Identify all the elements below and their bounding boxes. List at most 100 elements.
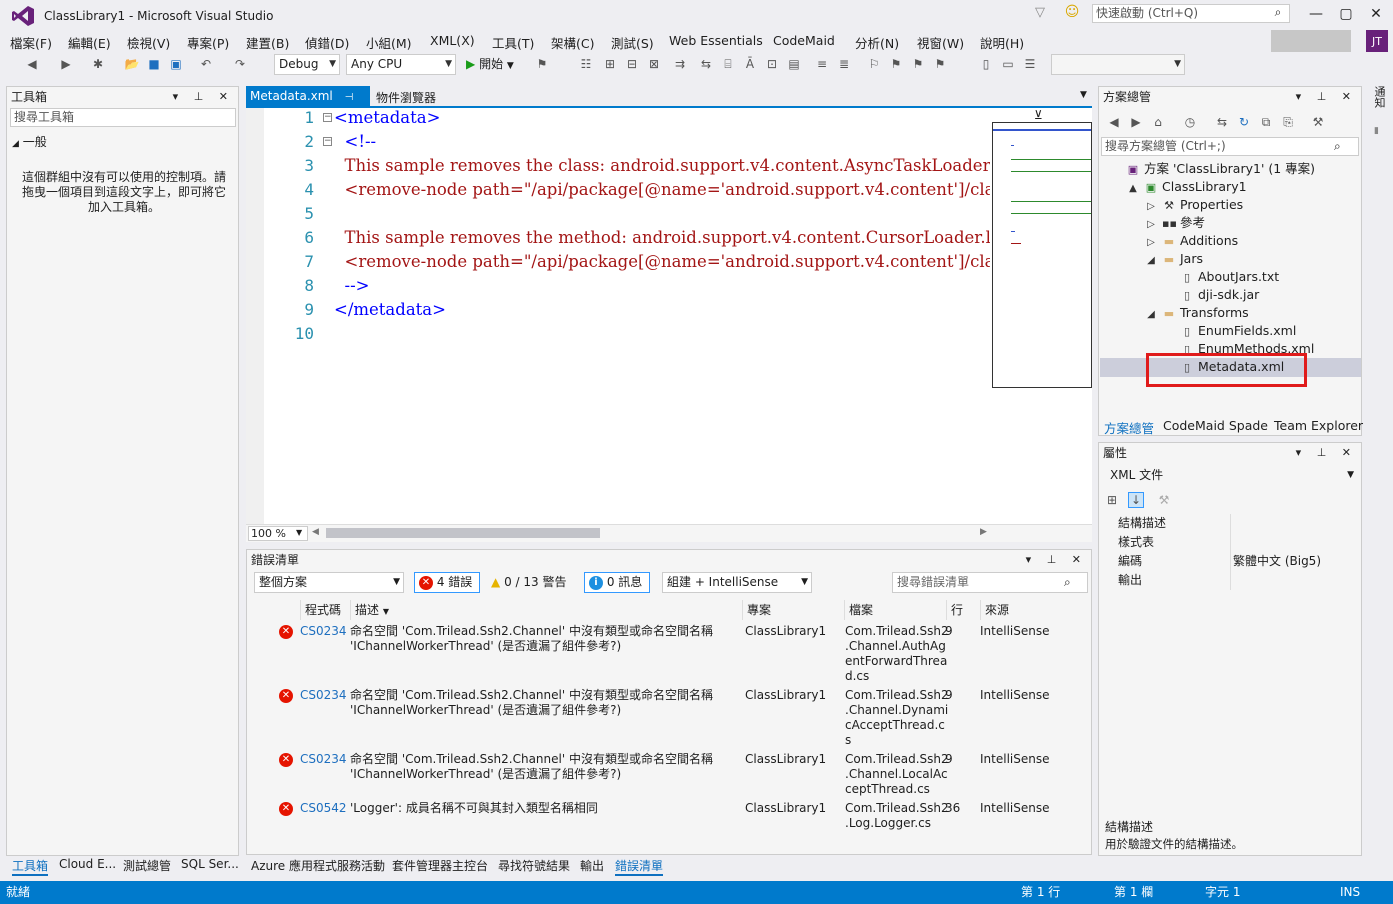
menu-project[interactable]: 專案(P) bbox=[187, 33, 229, 52]
sync-icon[interactable]: ⇆ bbox=[1214, 114, 1230, 130]
tree-node[interactable]: ▯ AboutJars.txt bbox=[1162, 268, 1279, 286]
bottom-tab-azure-activity[interactable]: Azure 應用程式服務活動 bbox=[251, 857, 385, 874]
menu-file[interactable]: 檔案(F) bbox=[10, 33, 52, 52]
messages-filter-button[interactable]: i 0 訊息 bbox=[584, 572, 650, 593]
editor-minimap[interactable] bbox=[992, 122, 1092, 388]
redo-icon[interactable]: ↷ bbox=[232, 56, 248, 72]
property-value[interactable] bbox=[1230, 514, 1358, 533]
menu-tools[interactable]: 工具(T) bbox=[492, 33, 534, 52]
menu-team[interactable]: 小組(M) bbox=[366, 33, 412, 52]
menu-analyze[interactable]: 分析(N) bbox=[855, 33, 899, 52]
toolbar-code-icon[interactable]: ⇆ bbox=[698, 56, 714, 72]
restore-button[interactable]: ▢ bbox=[1332, 4, 1360, 24]
bottom-tab-toolbox[interactable]: 工具箱 bbox=[12, 857, 49, 876]
bookmark-prev-icon[interactable]: ⚑ bbox=[888, 56, 904, 72]
menu-architecture[interactable]: 架構(C) bbox=[551, 33, 594, 52]
warnings-filter-button[interactable]: ▲ 0 / 13 警告 bbox=[486, 572, 578, 593]
alphabetical-icon[interactable]: ↓ bbox=[1128, 492, 1144, 508]
tree-node[interactable]: ▷ ▬ Additions bbox=[1144, 232, 1238, 250]
navigate-forward-icon[interactable]: ▶ bbox=[58, 56, 74, 72]
column-file[interactable]: 檔案 bbox=[844, 600, 946, 620]
solution-explorer-search-input[interactable]: 搜尋方案總管 (Ctrl+;) bbox=[1101, 137, 1359, 156]
history-icon[interactable]: ◷ bbox=[1182, 114, 1198, 130]
toolbar-indent-icon[interactable]: ⇉ bbox=[672, 56, 688, 72]
toolbar-list-icon[interactable]: ☷ bbox=[578, 56, 594, 72]
undo-icon[interactable]: ↶ bbox=[198, 56, 214, 72]
save-icon[interactable]: ■ bbox=[146, 56, 162, 72]
show-all-files-icon[interactable]: ⎘ bbox=[1280, 114, 1296, 130]
home-icon[interactable]: ⌂ bbox=[1150, 114, 1166, 130]
error-code-link[interactable]: CS0234 bbox=[300, 688, 350, 703]
open-file-icon[interactable]: 📂 bbox=[124, 56, 140, 72]
toolbar-replace-icon[interactable]: Ā bbox=[742, 56, 758, 72]
expand-arrow-icon[interactable]: ◢ bbox=[1144, 252, 1158, 270]
new-project-icon[interactable]: ✱ bbox=[90, 56, 106, 72]
error-row[interactable]: ✕ CS0234 命名空間 'Com.Trilead.Ssh2.Channel' 中… bbox=[248, 688, 1090, 748]
properties-object-select[interactable]: XML 文件 ▼ bbox=[1104, 466, 1358, 484]
scroll-left-icon[interactable]: ◀ bbox=[312, 527, 319, 537]
toolbox-search-input[interactable]: 搜尋工具箱 bbox=[10, 108, 236, 127]
account-avatar[interactable]: JT bbox=[1366, 30, 1388, 52]
horizontal-scrollbar-thumb[interactable] bbox=[326, 528, 600, 538]
property-name[interactable]: 結構描述 bbox=[1118, 514, 1226, 533]
property-name[interactable]: 輸出 bbox=[1118, 571, 1226, 590]
property-value[interactable] bbox=[1230, 571, 1358, 590]
expand-arrow-icon[interactable]: ▲ bbox=[1126, 180, 1140, 198]
bottom-tab-output[interactable]: 輸出 bbox=[580, 857, 604, 874]
tab-overflow-icon[interactable]: ▼ bbox=[1080, 90, 1087, 100]
minimize-button[interactable]: — bbox=[1302, 4, 1330, 24]
search-icon[interactable]: ⌕ bbox=[1334, 139, 1341, 154]
code-line[interactable]: <remove-node path="/api/package[@name='a… bbox=[334, 250, 990, 274]
feedback-smiley-icon[interactable]: ☺ bbox=[1064, 4, 1080, 20]
browse-icon[interactable]: ⚑ bbox=[534, 56, 550, 72]
tab-metadata-xml[interactable]: Metadata.xml ⊣ ✕ bbox=[246, 86, 370, 125]
code-line[interactable]: </metadata> bbox=[334, 298, 990, 322]
forward-icon[interactable]: ▶ bbox=[1128, 114, 1144, 130]
code-line[interactable]: <remove-node path="/api/package[@name='a… bbox=[334, 178, 990, 202]
pin-icon[interactable]: ⊣ bbox=[345, 92, 354, 103]
toolbar-hierarchy-icon[interactable]: ⊟ bbox=[624, 56, 640, 72]
menu-xml[interactable]: XML(X) bbox=[430, 33, 475, 48]
tree-node[interactable]: ◢ ▬ Transforms bbox=[1144, 304, 1249, 322]
menu-edit[interactable]: 編輯(E) bbox=[68, 33, 111, 52]
account-name[interactable] bbox=[1271, 30, 1351, 52]
errors-filter-button[interactable]: ✕ 4 錯誤 bbox=[414, 572, 480, 593]
code-line[interactable]: --> bbox=[334, 274, 990, 298]
panel-pin-close-icons[interactable]: ▾ ⊥ ✕ bbox=[1296, 443, 1357, 463]
column-description[interactable]: 描述 ▼ bbox=[350, 600, 742, 620]
tree-node[interactable]: ▷ ⚒ Properties bbox=[1144, 196, 1243, 214]
tab-solution-explorer[interactable]: 方案總管 bbox=[1104, 418, 1154, 437]
scroll-right-icon[interactable]: ▶ bbox=[980, 527, 987, 537]
tree-node[interactable]: ▷ ▪▪ 參考 bbox=[1144, 214, 1205, 232]
bookmark-next-icon[interactable]: ⚑ bbox=[910, 56, 926, 72]
toolbar-align-icon[interactable]: ≡ bbox=[814, 56, 830, 72]
categorized-icon[interactable]: ⊞ bbox=[1104, 492, 1120, 508]
tree-node[interactable]: ▯ EnumFields.xml bbox=[1162, 322, 1296, 340]
find-combo[interactable]: ▼ bbox=[1051, 54, 1185, 75]
panel-pin-close-icons[interactable]: ▾ ⊥ ✕ bbox=[1296, 87, 1357, 107]
fold-toggle-icon[interactable]: − bbox=[323, 113, 332, 122]
refresh-icon[interactable]: ↻ bbox=[1236, 114, 1252, 130]
fold-toggle-icon[interactable]: − bbox=[323, 137, 332, 146]
property-name[interactable]: 編碼 bbox=[1118, 552, 1226, 571]
tab-object-browser[interactable]: 物件瀏覽器 bbox=[376, 89, 436, 106]
toolbar-outdent-icon[interactable]: ≣ bbox=[836, 56, 852, 72]
menu-test[interactable]: 測試(S) bbox=[611, 33, 654, 52]
start-debugging-button[interactable]: ▶ 開始 ▼ bbox=[466, 55, 514, 72]
menu-window[interactable]: 視窗(W) bbox=[917, 33, 964, 52]
error-code-link[interactable]: CS0234 bbox=[300, 752, 350, 767]
error-list-search-input[interactable]: 搜尋錯誤清單 bbox=[892, 572, 1088, 593]
error-scope-select[interactable]: 整個方案 ▼ bbox=[254, 572, 404, 593]
column-project[interactable]: 專案 bbox=[742, 600, 844, 620]
tree-node[interactable]: ◢ ▬ Jars bbox=[1144, 250, 1203, 268]
column-line[interactable]: 行 bbox=[946, 600, 980, 620]
toolbar-doc2-icon[interactable]: ▭ bbox=[1000, 56, 1016, 72]
menu-web-essentials[interactable]: Web Essentials bbox=[669, 33, 763, 48]
bottom-tab-find-symbol[interactable]: 尋找符號結果 bbox=[498, 857, 570, 874]
property-pages-icon[interactable]: ⚒ bbox=[1156, 492, 1172, 508]
menu-debug[interactable]: 偵錯(D) bbox=[305, 33, 349, 52]
code-line[interactable]: <metadata> bbox=[334, 106, 990, 130]
solution-configuration-select[interactable]: Debug ▼ bbox=[274, 54, 340, 75]
expand-arrow-icon[interactable]: ◢ bbox=[1144, 306, 1158, 324]
back-icon[interactable]: ◀ bbox=[1106, 114, 1122, 130]
